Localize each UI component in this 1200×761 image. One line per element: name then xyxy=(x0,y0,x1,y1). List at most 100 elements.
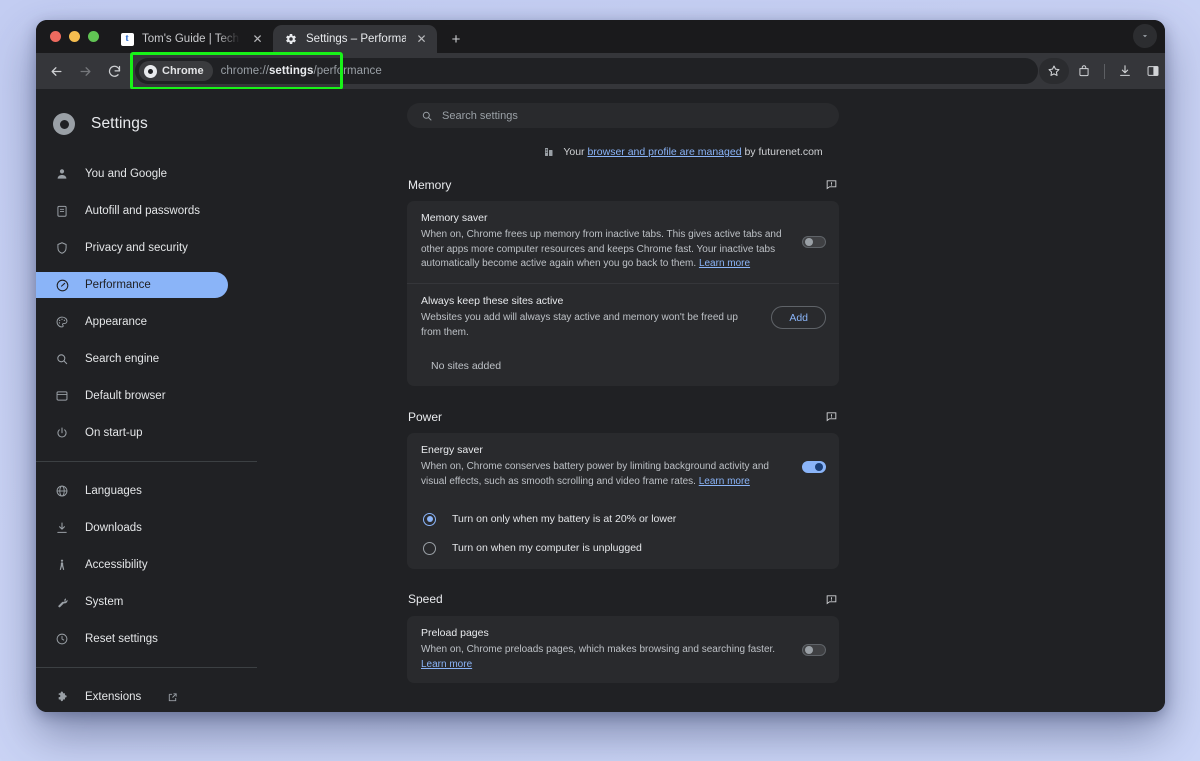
address-bar[interactable]: Chrome chrome://settings/performance xyxy=(135,58,1038,84)
sidebar-item-extensions[interactable]: Extensions xyxy=(36,684,228,710)
extensions-icon[interactable] xyxy=(1071,58,1097,84)
forward-button[interactable] xyxy=(71,57,99,85)
memory-saver-row: Memory saver When on, Chrome frees up me… xyxy=(407,201,839,283)
tab-title: Tom's Guide | Tech Product R xyxy=(142,33,242,45)
no-sites-added-label: No sites added xyxy=(407,351,839,386)
sidebar-item-you-and-google[interactable]: You and Google xyxy=(36,161,228,187)
managed-prefix: Your xyxy=(563,146,587,158)
radio-button[interactable] xyxy=(423,513,436,526)
close-window-button[interactable] xyxy=(50,31,61,42)
learn-more-link[interactable]: Learn more xyxy=(421,659,472,670)
accessibility-icon xyxy=(54,557,70,573)
managed-link[interactable]: browser and profile are managed xyxy=(587,146,741,158)
chrome-logo-icon xyxy=(53,113,75,135)
energy-option-unplugged[interactable]: Turn on when my computer is unplugged xyxy=(407,534,839,569)
tomsguide-favicon: t xyxy=(120,32,134,46)
sidebar-item-accessibility[interactable]: Accessibility xyxy=(36,552,228,578)
gear-icon xyxy=(284,32,298,46)
energy-saver-row: Energy saver When on, Chrome conserves b… xyxy=(407,433,839,500)
feedback-icon[interactable] xyxy=(825,410,838,423)
managed-banner-text: Your browser and profile are managed by … xyxy=(563,146,822,158)
search-icon xyxy=(421,110,433,122)
tab-search-button[interactable] xyxy=(1133,24,1157,48)
url-suffix: /performance xyxy=(313,65,381,77)
page-title: Settings xyxy=(91,115,148,133)
energy-option-battery[interactable]: Turn on only when my battery is at 20% o… xyxy=(407,501,839,534)
back-button[interactable] xyxy=(42,57,70,85)
new-tab-button[interactable]: + xyxy=(443,26,469,52)
sidebar-item-default-browser[interactable]: Default browser xyxy=(36,383,228,409)
preload-pages-row: Preload pages When on, Chrome preloads p… xyxy=(407,616,839,683)
tab-settings-performance[interactable]: Settings – Performance ✕ xyxy=(273,25,437,53)
omnibox-url: chrome://settings/performance xyxy=(221,65,382,77)
add-site-button[interactable]: Add xyxy=(771,306,826,329)
tab-strip: t Tom's Guide | Tech Product R ✕ Setting… xyxy=(36,20,1165,53)
download-icon[interactable] xyxy=(1112,58,1138,84)
managed-banner: Your browser and profile are managed by … xyxy=(257,146,1165,158)
sidebar-item-reset-settings[interactable]: Reset settings xyxy=(36,626,228,652)
sidebar-divider xyxy=(36,461,257,462)
energy-saver-text: Energy saver When on, Chrome conserves b… xyxy=(421,444,790,489)
sidebar-item-label: Privacy and security xyxy=(85,242,188,254)
clipboard-icon xyxy=(54,203,70,219)
close-icon[interactable]: ✕ xyxy=(414,32,429,47)
external-link-icon xyxy=(166,691,178,703)
energy-saver-desc: When on, Chrome conserves battery power … xyxy=(421,460,790,489)
sidebar-item-label: Extensions xyxy=(85,691,141,703)
sidebar-item-label: Accessibility xyxy=(85,559,148,571)
wrench-icon xyxy=(54,594,70,610)
sidebar-item-performance[interactable]: Performance xyxy=(36,272,228,298)
settings-panel: Memory Memory saver When on, Chrome free… xyxy=(407,168,839,683)
chrome-logo-icon xyxy=(144,65,157,78)
sidebar-item-system[interactable]: System xyxy=(36,589,228,615)
power-card: Energy saver When on, Chrome conserves b… xyxy=(407,433,839,568)
feedback-icon[interactable] xyxy=(825,593,838,606)
memory-saver-toggle[interactable] xyxy=(802,236,826,248)
browser-window-icon xyxy=(54,388,70,404)
browser-window: t Tom's Guide | Tech Product R ✕ Setting… xyxy=(36,20,1165,712)
sidebar-item-search-engine[interactable]: Search engine xyxy=(36,346,228,372)
sidebar-divider-2 xyxy=(36,667,257,668)
radio-button[interactable] xyxy=(423,542,436,555)
search-input[interactable] xyxy=(442,110,825,122)
sidebar-item-downloads[interactable]: Downloads xyxy=(36,515,228,541)
sidebar-item-on-start-up[interactable]: On start-up xyxy=(36,420,228,446)
close-icon[interactable]: ✕ xyxy=(250,32,265,47)
sidebar-item-languages[interactable]: Languages xyxy=(36,478,228,504)
memory-saver-desc: When on, Chrome frees up memory from ina… xyxy=(421,228,790,272)
download-icon xyxy=(54,520,70,536)
browser-toolbar: Chrome chrome://settings/performance xyxy=(36,53,1165,89)
tab-toms-guide[interactable]: t Tom's Guide | Tech Product R ✕ xyxy=(109,25,273,53)
settings-header: Settings xyxy=(36,103,257,145)
omnibox-chip-label: Chrome xyxy=(162,65,204,77)
sidebar-item-autofill-and-passwords[interactable]: Autofill and passwords xyxy=(36,198,228,224)
minimize-window-button[interactable] xyxy=(69,31,80,42)
learn-more-link[interactable]: Learn more xyxy=(699,258,750,269)
energy-saver-toggle[interactable] xyxy=(802,461,826,473)
side-panel-icon[interactable] xyxy=(1140,58,1165,84)
power-icon xyxy=(54,425,70,441)
reload-button[interactable] xyxy=(100,57,128,85)
page-content: Settings You and Google Autofill and pas… xyxy=(36,89,1165,712)
desc-text: When on, Chrome preloads pages, which ma… xyxy=(421,644,775,655)
section-title: Memory xyxy=(408,178,451,192)
sidebar-item-label: Appearance xyxy=(85,316,147,328)
energy-saver-title: Energy saver xyxy=(421,444,790,456)
sidebar-item-privacy-and-security[interactable]: Privacy and security xyxy=(36,235,228,261)
learn-more-link[interactable]: Learn more xyxy=(699,476,750,487)
omnibox-container: Chrome chrome://settings/performance xyxy=(135,58,1038,84)
maximize-window-button[interactable] xyxy=(88,31,99,42)
memory-card: Memory saver When on, Chrome frees up me… xyxy=(407,201,839,386)
sidebar-item-appearance[interactable]: Appearance xyxy=(36,309,228,335)
sidebar-item-label: Downloads xyxy=(85,522,142,534)
search-settings-box[interactable] xyxy=(407,103,839,128)
palette-icon xyxy=(54,314,70,330)
preload-pages-toggle[interactable] xyxy=(802,644,826,656)
sidebar-item-label: Performance xyxy=(85,279,151,291)
keep-sites-active-text: Always keep these sites active Websites … xyxy=(421,295,759,340)
star-icon[interactable] xyxy=(1039,58,1069,84)
feedback-icon[interactable] xyxy=(825,178,838,191)
puzzle-icon xyxy=(54,689,70,705)
section-title: Speed xyxy=(408,592,443,606)
sidebar-nav-primary: You and Google Autofill and passwords Pr… xyxy=(36,161,257,446)
